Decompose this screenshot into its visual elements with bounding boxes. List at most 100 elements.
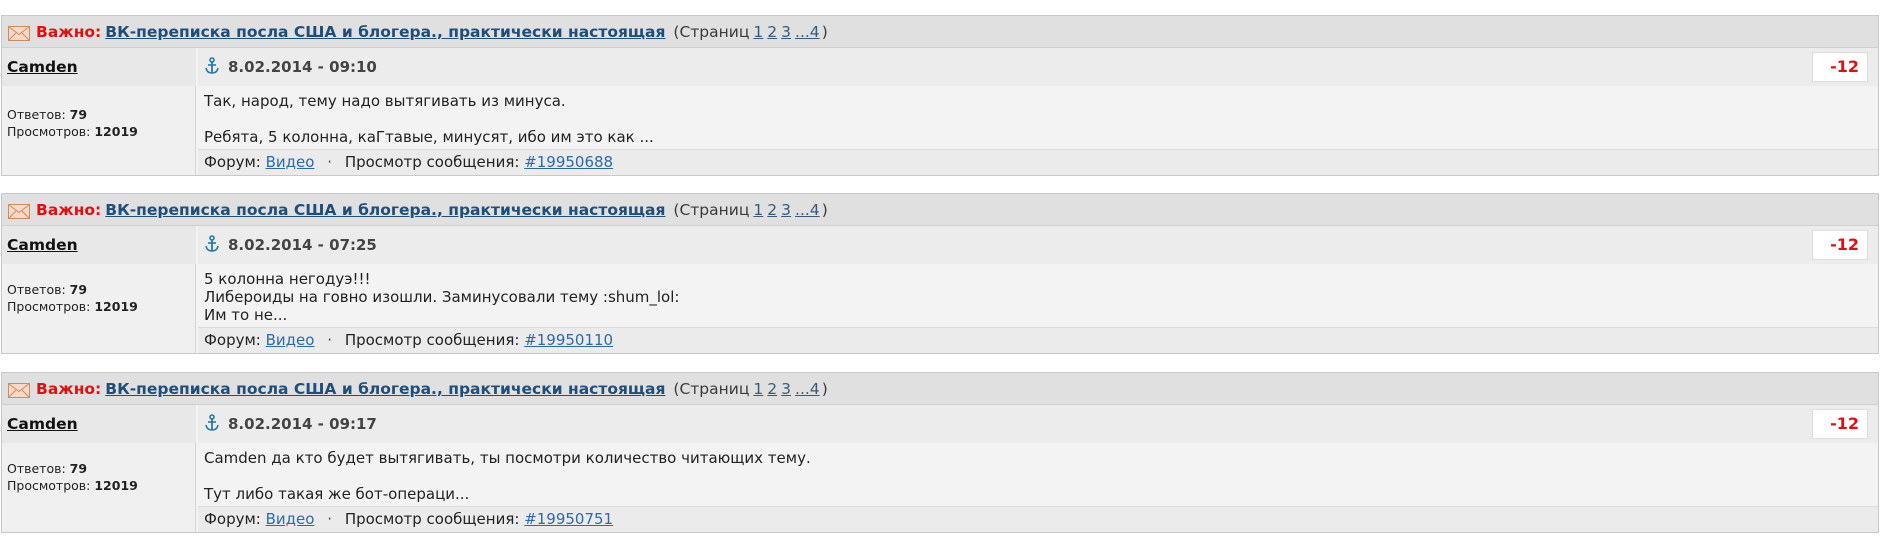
reply-count-value: 79 xyxy=(69,282,88,297)
post-header: 8.02.2014 - 07:25 -12 xyxy=(198,226,1878,264)
post-footer: Форум: Видео · Просмотр сообщения: #1995… xyxy=(198,506,1878,532)
envelope-icon xyxy=(8,204,30,219)
author-link[interactable]: Camden xyxy=(7,236,78,254)
reply-count: Ответов: 79 xyxy=(7,460,87,477)
post-header: 8.02.2014 - 09:10 -12 xyxy=(198,48,1878,86)
post-body-line: Так, народ, тему надо вытягивать из мину… xyxy=(204,92,566,110)
page-link-1[interactable]: 1 xyxy=(753,201,763,219)
post-footer: Форум: Видео · Просмотр сообщения: #1995… xyxy=(198,327,1878,353)
anchor-icon[interactable] xyxy=(204,235,220,253)
topic-title-link[interactable]: ВК-переписка посла США и блогера., практ… xyxy=(105,380,665,398)
post-rating: -12 xyxy=(1812,409,1868,439)
envelope-icon xyxy=(8,26,30,41)
view-count-label: Просмотров: xyxy=(7,478,91,493)
post-body-line: Camden да кто будет вытягивать, ты посмо… xyxy=(204,449,811,467)
pages-label: (Страниц xyxy=(673,380,750,398)
anchor-icon[interactable] xyxy=(204,57,220,75)
view-count-value: 12019 xyxy=(94,299,138,314)
post-content: 8.02.2014 - 09:17 -12 Camden да кто буде… xyxy=(198,405,1878,532)
reply-count: Ответов: 79 xyxy=(7,106,87,123)
post-body-line: 5 колонна негодуэ!!! xyxy=(204,270,371,288)
page-link-2[interactable]: 2 xyxy=(767,380,777,398)
post-footer: Форум: Видео · Просмотр сообщения: #1995… xyxy=(198,149,1878,175)
pages-close: ) xyxy=(821,380,828,398)
separator-dot: · xyxy=(327,510,333,528)
post-body-line: Либероиды на говно изошли. Заминусовали … xyxy=(204,288,680,306)
page-link-2[interactable]: 2 xyxy=(767,201,777,219)
author-link[interactable]: Camden xyxy=(7,415,78,433)
author-row: Camden xyxy=(2,226,196,264)
message-link[interactable]: #19950751 xyxy=(524,510,613,528)
view-count-value: 12019 xyxy=(94,478,138,493)
topic-title-link[interactable]: ВК-переписка посла США и блогера., практ… xyxy=(105,201,665,219)
topic-header: Важно: ВК-переписка посла США и блогера.,… xyxy=(2,16,1878,48)
forum-link[interactable]: Видео xyxy=(266,510,315,528)
reply-count-label: Ответов: xyxy=(7,461,66,476)
pages-label: (Страниц xyxy=(673,23,750,41)
reply-count-value: 79 xyxy=(69,461,88,476)
separator-dot: · xyxy=(327,153,333,171)
post-rating: -12 xyxy=(1812,230,1868,260)
view-message-label: Просмотр сообщения: xyxy=(344,153,520,171)
forum-label: Форум: xyxy=(204,331,261,349)
forum-link[interactable]: Видео xyxy=(266,331,315,349)
post-header: 8.02.2014 - 09:17 -12 xyxy=(198,405,1878,443)
page-link-last[interactable]: ...4 xyxy=(795,380,820,398)
author-panel: Camden Ответов: 79 Просмотров: 12019 xyxy=(2,405,196,532)
author-link[interactable]: Camden xyxy=(7,58,78,76)
post-body-line xyxy=(204,467,811,485)
post-body-line xyxy=(204,110,654,128)
page-link-last[interactable]: ...4 xyxy=(795,201,820,219)
post-date: 8.02.2014 - 09:10 xyxy=(228,58,377,76)
post-body-line: Тут либо такая же бот-операци... xyxy=(204,485,470,503)
view-count: Просмотров: 12019 xyxy=(7,123,138,140)
view-count-label: Просмотров: xyxy=(7,299,91,314)
page-link-3[interactable]: 3 xyxy=(781,380,791,398)
reply-count-label: Ответов: xyxy=(7,282,66,297)
reply-count-label: Ответов: xyxy=(7,107,66,122)
page-link-last[interactable]: ...4 xyxy=(795,23,820,41)
page-link-1[interactable]: 1 xyxy=(753,23,763,41)
author-row: Camden xyxy=(2,405,196,443)
envelope-icon xyxy=(8,383,30,398)
search-result-post: Важно: ВК-переписка посла США и блогера.,… xyxy=(1,15,1879,176)
author-panel: Camden Ответов: 79 Просмотров: 12019 xyxy=(2,226,196,353)
author-panel: Camden Ответов: 79 Просмотров: 12019 xyxy=(2,48,196,175)
anchor-icon[interactable] xyxy=(204,414,220,432)
forum-link[interactable]: Видео xyxy=(266,153,315,171)
post-body-line: Им то не... xyxy=(204,306,288,324)
page-link-2[interactable]: 2 xyxy=(767,23,777,41)
pages-close: ) xyxy=(821,201,828,219)
topic-title-link[interactable]: ВК-переписка посла США и блогера., практ… xyxy=(105,23,665,41)
message-link[interactable]: #19950110 xyxy=(524,331,613,349)
post-body: Так, народ, тему надо вытягивать из мину… xyxy=(204,92,654,146)
important-label: Важно: xyxy=(36,380,102,398)
page-link-1[interactable]: 1 xyxy=(753,380,763,398)
post-body: 5 колонна негодуэ!!! Либероиды на говно … xyxy=(204,270,679,324)
forum-label: Форум: xyxy=(204,510,261,528)
view-message-label: Просмотр сообщения: xyxy=(344,510,520,528)
message-link[interactable]: #19950688 xyxy=(524,153,613,171)
forum-label: Форум: xyxy=(204,153,261,171)
post-date: 8.02.2014 - 07:25 xyxy=(228,236,377,254)
separator-dot: · xyxy=(327,331,333,349)
post-body: Camden да кто будет вытягивать, ты посмо… xyxy=(204,449,811,503)
important-label: Важно: xyxy=(36,201,102,219)
search-result-post: Важно: ВК-переписка посла США и блогера.,… xyxy=(1,372,1879,533)
post-rating: -12 xyxy=(1812,52,1868,82)
view-count: Просмотров: 12019 xyxy=(7,298,138,315)
view-count-value: 12019 xyxy=(94,124,138,139)
page-link-3[interactable]: 3 xyxy=(781,201,791,219)
reply-count: Ответов: 79 xyxy=(7,281,87,298)
page-link-3[interactable]: 3 xyxy=(781,23,791,41)
pages-label: (Страниц xyxy=(673,201,750,219)
topic-header: Важно: ВК-переписка посла США и блогера.,… xyxy=(2,194,1878,226)
topic-header: Важно: ВК-переписка посла США и блогера.,… xyxy=(2,373,1878,405)
post-content: 8.02.2014 - 09:10 -12 Так, народ, тему н… xyxy=(198,48,1878,175)
post-content: 8.02.2014 - 07:25 -12 5 колонна негодуэ!… xyxy=(198,226,1878,353)
search-result-post: Важно: ВК-переписка посла США и блогера.,… xyxy=(1,193,1879,354)
view-message-label: Просмотр сообщения: xyxy=(344,331,520,349)
view-count: Просмотров: 12019 xyxy=(7,477,138,494)
post-date: 8.02.2014 - 09:17 xyxy=(228,415,377,433)
author-row: Camden xyxy=(2,48,196,86)
